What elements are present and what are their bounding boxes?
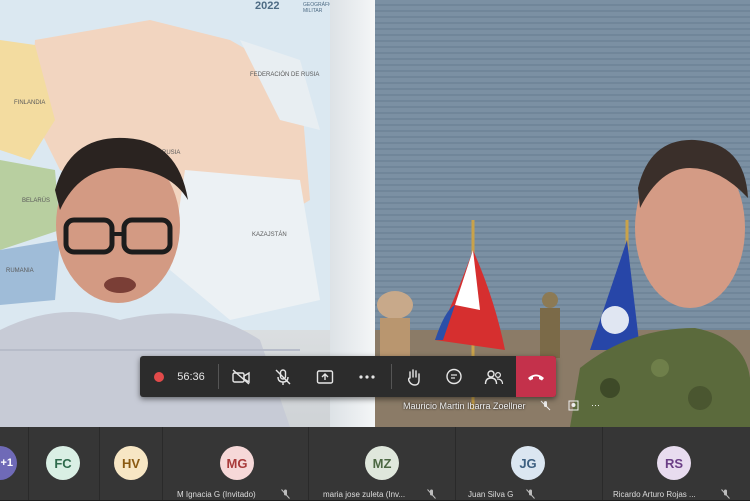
avatar: RS	[657, 446, 691, 480]
participant-name-tag: Mauricio Martin Ibarra Zoellner	[403, 401, 526, 411]
participant-figure	[570, 139, 750, 427]
chat-button[interactable]	[437, 356, 471, 397]
participant-tile[interactable]: MG M Ignacia G (Invitado)	[163, 427, 309, 500]
toolbar-divider	[218, 364, 219, 389]
recording-indicator	[148, 356, 170, 397]
avatar: +1	[0, 446, 17, 480]
participant-tile[interactable]: HV	[100, 427, 163, 500]
mic-off-icon	[540, 400, 551, 411]
avatar: JG	[511, 446, 545, 480]
mic-off-icon	[721, 489, 730, 501]
mic-toggle-button[interactable]	[266, 356, 300, 397]
recording-icon	[154, 371, 164, 382]
mic-off-icon	[526, 489, 535, 501]
participant-name: maria jose zuleta (Inv...	[323, 490, 406, 499]
pin-icon[interactable]	[568, 400, 579, 411]
share-icon	[316, 369, 334, 384]
video-stage: 2022 GEOGRÁFICO MILITAR FEDERACIÓN DE RU…	[0, 0, 750, 427]
chat-icon	[446, 368, 462, 384]
avatar: FC	[46, 446, 80, 480]
more-icon	[359, 374, 375, 379]
map-year: 2022	[255, 0, 280, 12]
participant-name: Ricardo Arturo Rojas ...	[613, 490, 696, 499]
map-label: FINLANDIA	[14, 100, 46, 106]
mic-off-icon	[275, 368, 291, 385]
hang-up-button[interactable]	[516, 356, 556, 397]
participants-button[interactable]	[477, 356, 511, 397]
participant-name: Juan Silva G	[468, 490, 514, 499]
participant-tile[interactable]: MZ maria jose zuleta (Inv...	[309, 427, 456, 500]
hang-up-icon	[528, 374, 544, 380]
map-subtitle: GEOGRÁFICO MILITAR	[303, 2, 337, 14]
participant-tile-overflow[interactable]: +1	[0, 427, 29, 500]
share-button[interactable]	[308, 356, 342, 397]
map-label: FEDERACIÓN DE RUSIA	[250, 72, 320, 78]
participant-strip: +1 FC HV MG M Ignacia G (Invitado) MZ ma…	[0, 427, 750, 500]
more-actions-button[interactable]	[350, 356, 384, 397]
participant-tile[interactable]: JG Juan Silva G	[456, 427, 603, 500]
participants-icon	[484, 369, 504, 384]
more-icon[interactable]: ⋯	[590, 400, 601, 411]
participant-tile[interactable]: RS Ricardo Arturo Rojas ...	[603, 427, 750, 500]
call-timer: 56:36	[177, 370, 205, 383]
toolbar-divider	[391, 364, 392, 389]
camera-off-icon	[232, 368, 250, 385]
camera-toggle-button[interactable]	[224, 356, 258, 397]
participant-name: M Ignacia G (Invitado)	[177, 490, 256, 499]
avatar: MZ	[365, 446, 399, 480]
mic-off-icon	[281, 489, 290, 501]
meeting-toolbar: 56:36	[140, 356, 556, 397]
mic-off-icon	[427, 489, 436, 501]
avatar: MG	[220, 446, 254, 480]
raise-hand-icon	[407, 368, 420, 386]
avatar: HV	[114, 446, 148, 480]
participant-tile[interactable]: FC	[29, 427, 100, 500]
raise-hand-button[interactable]	[397, 356, 431, 397]
